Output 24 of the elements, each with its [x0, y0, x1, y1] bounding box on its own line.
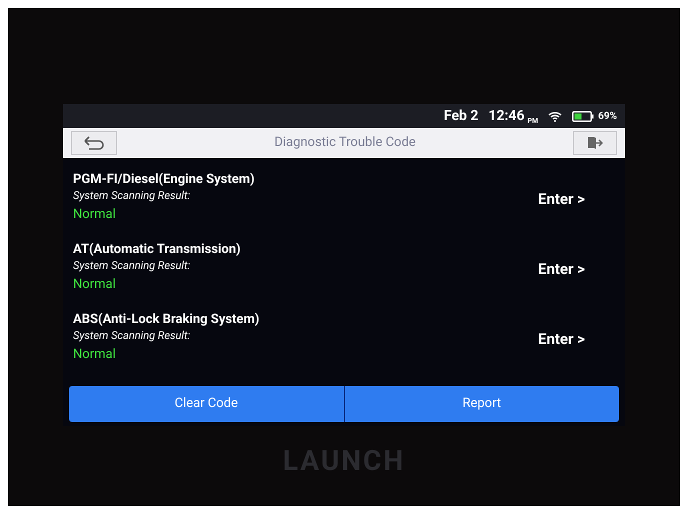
enter-button[interactable]: Enter > — [538, 328, 585, 350]
system-name: AT(Automatic Transmission) — [73, 242, 241, 258]
status-text: Normal — [73, 276, 117, 294]
screen-title: Diagnostic Trouble Code — [274, 134, 416, 152]
enter-button[interactable]: Enter > — [538, 258, 585, 280]
scan-result-label: System Scanning Result: — [73, 258, 192, 272]
exit-button[interactable] — [573, 131, 617, 155]
enter-button[interactable]: Enter > — [538, 188, 585, 210]
scan-result-label: System Scanning Result: — [73, 328, 192, 342]
time-text: 12:46 — [488, 106, 524, 126]
battery-percent: 69% — [598, 110, 617, 124]
system-name: ABS(Anti-Lock Braking System) — [73, 312, 260, 328]
status-text: Normal — [73, 206, 117, 224]
back-button[interactable] — [71, 131, 117, 155]
action-button[interactable]: Report — [344, 386, 619, 422]
date-text: Feb 2 — [444, 106, 478, 126]
battery-icon — [572, 110, 594, 122]
system-name: PGM-FI/Diesel(Engine System) — [73, 172, 255, 188]
back-arrow-icon — [83, 136, 105, 150]
exit-door-icon — [587, 136, 603, 150]
status-text: Normal — [73, 346, 117, 364]
wifi-icon — [548, 110, 562, 122]
action-button[interactable]: Clear Code — [69, 386, 344, 422]
scan-result-label: System Scanning Result: — [73, 188, 192, 202]
